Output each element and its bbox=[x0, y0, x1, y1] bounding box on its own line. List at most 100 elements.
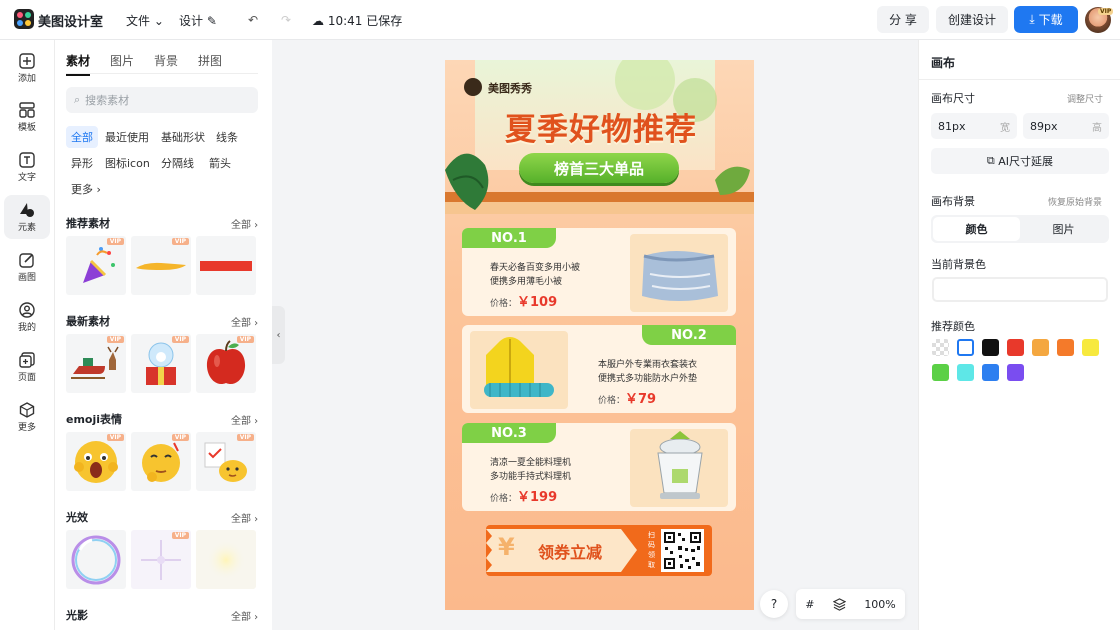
product-card-2[interactable]: NO.2 本服户外专業雨衣套装衣 便携式多功能防水户外垫 价格：￥79 bbox=[462, 325, 736, 413]
chip-icons[interactable]: 图标icon bbox=[100, 152, 155, 174]
zoom-level[interactable]: 100% bbox=[864, 598, 895, 611]
asset-emoji-shocked[interactable]: VIP bbox=[66, 432, 126, 491]
raincoat-image bbox=[470, 331, 568, 409]
product-2-desc2: 便携式多功能防水户外垫 bbox=[598, 374, 698, 384]
asset-apple[interactable]: VIP bbox=[196, 334, 256, 393]
section-light-shadow-all[interactable]: 全部 › bbox=[231, 608, 258, 623]
color-swatch[interactable] bbox=[932, 339, 949, 356]
rail-more[interactable]: 更多 bbox=[4, 395, 50, 439]
design-poster[interactable]: 美图秀秀 夏季好物推荐 榜首三大单品 NO.1 春天必备百变多用小被 便携多用薄… bbox=[445, 60, 754, 610]
rail-elements[interactable]: 元素 bbox=[4, 195, 50, 239]
asset-emoji-checklist[interactable]: VIP bbox=[196, 432, 256, 491]
product-2-rank: NO.2 bbox=[642, 325, 736, 345]
asset-sparkle[interactable]: VIP bbox=[131, 530, 191, 589]
collapse-panel-button[interactable]: ‹ bbox=[272, 306, 285, 364]
grid-icon[interactable]: # bbox=[805, 598, 814, 611]
chip-more[interactable]: 更多 › bbox=[66, 178, 106, 200]
asset-bubble[interactable] bbox=[66, 530, 126, 589]
section-emoji-all[interactable]: 全部 › bbox=[231, 412, 258, 427]
color-swatch[interactable] bbox=[957, 339, 974, 356]
section-latest-all[interactable]: 全部 › bbox=[231, 314, 258, 329]
adjust-size-link[interactable]: 调整尺寸 bbox=[1067, 92, 1103, 105]
color-swatch[interactable] bbox=[982, 339, 999, 356]
poster-title: 夏季好物推荐 bbox=[505, 112, 697, 148]
color-swatch[interactable] bbox=[1007, 339, 1024, 356]
rail-text[interactable]: 文字 bbox=[4, 145, 50, 189]
current-bg-swatch[interactable] bbox=[932, 277, 1108, 302]
chip-basic-shapes[interactable]: 基础形状 bbox=[156, 126, 210, 148]
color-swatch[interactable] bbox=[957, 364, 974, 381]
height-field[interactable]: 89px 高 bbox=[1023, 113, 1109, 139]
asset-emoji-thinking[interactable]: VIP bbox=[131, 432, 191, 491]
save-status-text: 10:41 已保存 bbox=[327, 14, 403, 28]
product-card-1[interactable]: NO.1 春天必备百变多用小被 便携多用薄毛小被 价格：￥109 bbox=[462, 228, 736, 316]
chip-lines[interactable]: 线条 bbox=[211, 126, 243, 148]
section-latest-title: 最新素材 bbox=[66, 315, 110, 328]
rail-template[interactable]: 模板 bbox=[4, 95, 50, 139]
qr-caption: 扫码领取 bbox=[648, 531, 655, 569]
chip-arrows[interactable]: 箭头 bbox=[204, 152, 236, 174]
chip-recent[interactable]: 最近使用 bbox=[100, 126, 154, 148]
chip-all[interactable]: 全部 bbox=[66, 126, 98, 148]
ai-resize-icon: ⧉ bbox=[986, 154, 995, 167]
section-light-shadow-all-label: 全部 bbox=[231, 612, 251, 623]
coupon-text: 领券立减 bbox=[538, 543, 603, 562]
chip-irregular[interactable]: 异形 bbox=[66, 152, 98, 174]
layers-icon[interactable] bbox=[832, 597, 846, 611]
rail-add[interactable]: 添加 bbox=[4, 46, 50, 90]
rail-add-label: 添加 bbox=[17, 73, 36, 84]
ai-extend-button[interactable]: ⧉ AI尺寸延展 bbox=[931, 148, 1109, 174]
color-swatch[interactable] bbox=[932, 364, 949, 381]
rail-draw-label: 画图 bbox=[17, 272, 36, 283]
download-button[interactable]: ⤓ 下载 bbox=[1014, 6, 1078, 33]
color-swatch[interactable] bbox=[1057, 339, 1074, 356]
undo-button[interactable]: ↶ bbox=[243, 10, 263, 30]
section-recommended-title: 推荐素材 bbox=[66, 217, 110, 230]
color-swatch[interactable] bbox=[1082, 339, 1099, 356]
chevron-right-icon: › bbox=[96, 182, 101, 196]
product-card-3[interactable]: NO.3 清凉一夏全能料理机 多功能手持式料理机 价格：￥199 bbox=[462, 423, 736, 511]
design-menu[interactable]: 设计 ✎ bbox=[179, 12, 217, 29]
asset-sleigh[interactable]: VIP bbox=[66, 334, 126, 393]
rail-mine[interactable]: 我的 bbox=[4, 295, 50, 339]
asset-red-bar[interactable] bbox=[196, 236, 256, 295]
file-menu[interactable]: 文件 ⌄ bbox=[126, 12, 164, 29]
tab-color[interactable]: 颜色 bbox=[933, 217, 1020, 241]
snow-globe-icon bbox=[146, 342, 176, 385]
section-light-effects-all[interactable]: 全部 › bbox=[231, 510, 258, 525]
asset-glow[interactable] bbox=[196, 530, 256, 589]
width-field[interactable]: 81px 宽 bbox=[931, 113, 1017, 139]
asset-snow-globe-gift[interactable]: VIP bbox=[131, 334, 191, 393]
vip-badge: VIP bbox=[1098, 8, 1114, 15]
glow-icon bbox=[206, 539, 246, 580]
color-swatch[interactable] bbox=[982, 364, 999, 381]
save-status: ☁ 10:41 已保存 bbox=[312, 12, 402, 29]
search-input[interactable]: ⌕ 搜索素材 bbox=[66, 87, 258, 113]
asset-brush-stroke[interactable]: VIP bbox=[131, 236, 191, 295]
chip-dividers[interactable]: 分隔线 bbox=[156, 152, 199, 174]
create-design-button[interactable]: 创建设计 bbox=[936, 6, 1008, 33]
vip-tag: VIP bbox=[171, 238, 189, 245]
color-swatch[interactable] bbox=[1007, 364, 1024, 381]
coupon-symbol: ¥ bbox=[498, 533, 515, 561]
asset-party-popper[interactable]: VIP bbox=[66, 236, 126, 295]
tab-image[interactable]: 图片 bbox=[1020, 217, 1107, 241]
draw-icon bbox=[19, 252, 34, 268]
product-1-price-label: 价格： bbox=[490, 299, 518, 309]
rail-draw[interactable]: 画图 bbox=[4, 245, 50, 289]
product-3-price: 价格：￥199 bbox=[490, 486, 557, 505]
share-button[interactable]: 分 享 bbox=[877, 6, 929, 33]
restore-bg-link[interactable]: 恢复原始背景 bbox=[1048, 195, 1102, 208]
redo-button[interactable]: ↷ bbox=[276, 10, 296, 30]
chip-more-label: 更多 bbox=[71, 183, 93, 196]
coupon-banner[interactable]: ¥ 领券立减 扫码领取 bbox=[486, 525, 712, 576]
vip-tag: VIP bbox=[171, 434, 189, 441]
rail-page[interactable]: 页面 bbox=[4, 345, 50, 389]
cloud-icon: ☁ bbox=[312, 14, 324, 28]
color-swatch[interactable] bbox=[1032, 339, 1049, 356]
height-value: 89px bbox=[1030, 119, 1058, 133]
tab-divider bbox=[66, 73, 258, 74]
help-button[interactable]: ? bbox=[760, 590, 788, 618]
width-value: 81px bbox=[938, 119, 966, 133]
section-recommended-all[interactable]: 全部 › bbox=[231, 216, 258, 231]
